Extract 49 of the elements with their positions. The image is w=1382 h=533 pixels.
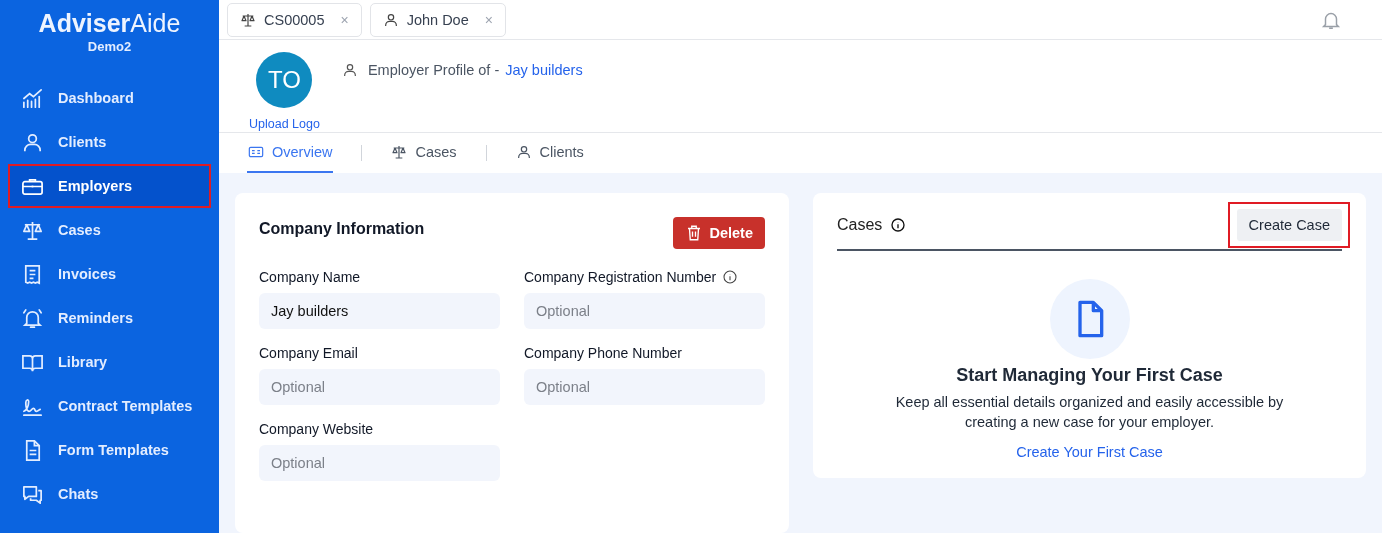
sidebar-item[interactable]: Contract Templates	[8, 384, 211, 428]
input-field[interactable]: Optional	[524, 293, 765, 329]
card-title: Cases	[837, 216, 883, 234]
sidebar-item[interactable]: Clients	[8, 120, 211, 164]
create-first-case-link[interactable]: Create Your First Case	[1016, 444, 1163, 460]
upload-logo-link[interactable]: Upload Logo	[249, 117, 320, 132]
avatar: TO	[256, 52, 313, 109]
scale-icon	[391, 143, 408, 160]
profile-tab[interactable]: Cases	[390, 132, 458, 173]
empty-state-text: Keep all essential details organized and easily accessible by creating a new case for your employer.	[894, 393, 1285, 432]
empty-state-title: Start Managing Your First Case	[956, 365, 1223, 386]
profile-title: Employer Profile of -	[367, 62, 500, 79]
sidebar-item[interactable]: Reminders	[8, 296, 211, 340]
sidebar-item[interactable]: Dashboard	[8, 76, 211, 120]
sidebar-item[interactable]: Chats	[8, 472, 211, 516]
scale-icon	[240, 11, 256, 28]
employer-name-link[interactable]: Jay builders	[505, 62, 583, 79]
sidebar-item[interactable]: Form Templates	[8, 428, 211, 472]
person-icon	[341, 62, 358, 79]
input-field[interactable]: Optional	[524, 369, 765, 405]
organization-name: Demo2	[87, 39, 132, 54]
sidebar-item[interactable]: Employers	[8, 164, 211, 208]
field-label: Company Name	[259, 269, 361, 285]
input-field[interactable]: Jay builders	[259, 293, 500, 329]
field-label: Company Phone Number	[524, 345, 682, 361]
input-field[interactable]: Optional	[259, 445, 500, 481]
open-tab[interactable]: CS00005 ×	[227, 2, 362, 37]
delete-button[interactable]: Delete	[673, 217, 765, 249]
create-case-button[interactable]: Create Case	[1236, 209, 1342, 241]
input-field[interactable]: Optional	[259, 369, 500, 405]
profile-tab[interactable]: Clients	[514, 132, 585, 173]
info-icon[interactable]	[722, 269, 739, 285]
sidebar-item[interactable]: Invoices	[8, 252, 211, 296]
person-icon	[515, 143, 532, 160]
info-icon[interactable]	[890, 217, 907, 233]
sidebar-item[interactable]: Cases	[8, 208, 211, 252]
sidebar-item[interactable]: Library	[8, 340, 211, 384]
chart-icon	[21, 86, 44, 110]
close-icon[interactable]: ×	[340, 11, 349, 28]
brand-logo: AdviserAide	[38, 9, 181, 38]
card-title: Company Information	[259, 220, 425, 238]
close-icon[interactable]: ×	[484, 11, 493, 28]
field-label: Company Website	[259, 421, 374, 437]
profile-tab[interactable]: Overview	[247, 132, 334, 173]
field-label: Company Email	[259, 345, 358, 361]
bell-icon	[21, 306, 44, 330]
open-tab[interactable]: John Doe ×	[369, 2, 506, 37]
person-icon	[382, 11, 399, 28]
field-label: Company Registration Number	[524, 269, 717, 285]
